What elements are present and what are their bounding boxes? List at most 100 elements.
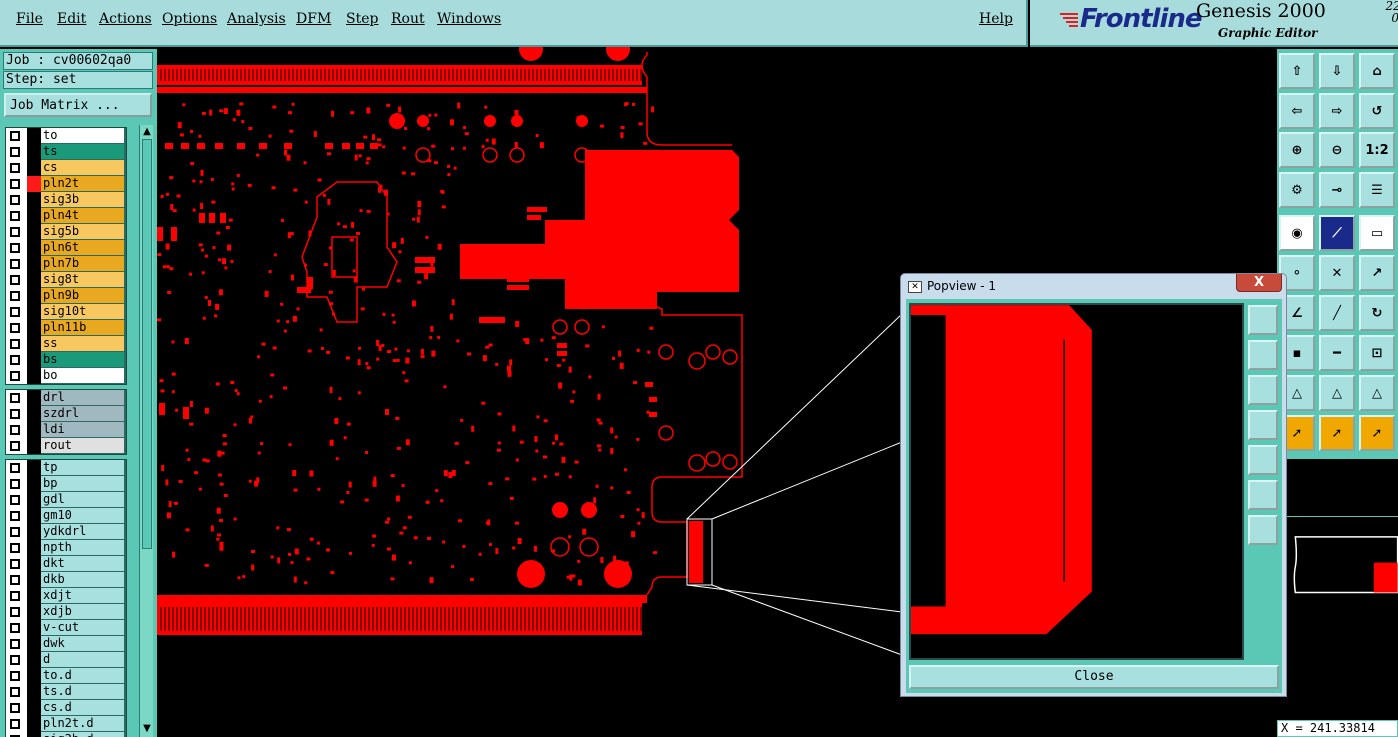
layer-checkbox[interactable] — [10, 323, 20, 333]
layer-checkbox[interactable] — [10, 687, 20, 697]
home-icon[interactable]: ⌂ — [1359, 53, 1395, 89]
ruler-icon[interactable]: ▭ — [1359, 215, 1395, 251]
layer-name[interactable]: dkb — [41, 572, 124, 587]
layer-row[interactable]: gm10 — [6, 508, 126, 524]
layer-color-swatch[interactable] — [27, 368, 41, 384]
popview-zoom-icon[interactable] — [1248, 305, 1278, 335]
layer-name[interactable]: ts — [41, 144, 124, 159]
layer-checkbox[interactable] — [10, 543, 20, 553]
layer-color-swatch[interactable] — [27, 288, 41, 304]
layer-color-swatch[interactable] — [27, 460, 41, 476]
layer-checkbox-area[interactable] — [6, 352, 27, 368]
layer-color-swatch[interactable] — [27, 572, 41, 588]
layer-row[interactable]: pln4t — [6, 208, 126, 224]
layer-color-swatch[interactable] — [27, 144, 41, 160]
layer-checkbox-area[interactable] — [6, 208, 27, 224]
layer-color-swatch[interactable] — [27, 588, 41, 604]
layer-name[interactable]: ts.d — [41, 684, 124, 699]
layer-color-swatch[interactable] — [27, 492, 41, 508]
layer-row[interactable]: sig8t — [6, 272, 126, 288]
menu-step[interactable]: Step — [346, 11, 378, 27]
layer-checkbox-area[interactable] — [6, 160, 27, 176]
layer-name[interactable]: sig5b — [41, 224, 124, 239]
layer-name[interactable]: cs.d — [41, 700, 124, 715]
layer-checkbox-area[interactable] — [6, 390, 27, 406]
layer-name[interactable]: ydkdrl — [41, 524, 124, 539]
layer-checkbox[interactable] — [10, 339, 20, 349]
pointer-circle-icon[interactable]: ➚ — [1359, 415, 1395, 451]
layer-checkbox-area[interactable] — [6, 406, 27, 422]
layer-checkbox[interactable] — [10, 179, 20, 189]
layer-checkbox-area[interactable] — [6, 732, 27, 737]
layer-checkbox[interactable] — [10, 227, 20, 237]
layer-checkbox-area[interactable] — [6, 304, 27, 320]
menu-options[interactable]: Options — [162, 11, 217, 27]
layer-row[interactable]: rout — [6, 438, 126, 454]
layer-name[interactable]: sig8t — [41, 272, 124, 287]
layer-color-swatch[interactable] — [27, 668, 41, 684]
layer-row[interactable]: cs.d — [6, 700, 126, 716]
layer-row[interactable]: pln7b — [6, 256, 126, 272]
layer-name[interactable]: pln2t — [41, 176, 124, 191]
layer-checkbox[interactable] — [10, 639, 20, 649]
layer-checkbox[interactable] — [10, 371, 20, 381]
popview-close-button[interactable]: Close — [909, 665, 1279, 689]
layer-color-swatch[interactable] — [27, 652, 41, 668]
layer-color-swatch[interactable] — [27, 700, 41, 716]
layer-color-swatch[interactable] — [27, 192, 41, 208]
layer-color-swatch[interactable] — [27, 422, 41, 438]
layer-checkbox-area[interactable] — [6, 336, 27, 352]
layer-checkbox-area[interactable] — [6, 476, 27, 492]
draw-line-icon[interactable]: ╱ — [1319, 295, 1355, 331]
layer-color-swatch[interactable] — [27, 390, 41, 406]
layer-color-swatch[interactable] — [27, 540, 41, 556]
layer-name[interactable]: pln4t — [41, 208, 124, 223]
menu-actions[interactable]: Actions — [99, 11, 152, 27]
layer-checkbox-area[interactable] — [6, 588, 27, 604]
layer-name[interactable]: sig3b — [41, 192, 124, 207]
layer-row[interactable]: to.d — [6, 668, 126, 684]
layer-row[interactable]: v-cut — [6, 620, 126, 636]
layer-checkbox-area[interactable] — [6, 422, 27, 438]
layer-color-swatch[interactable] — [27, 438, 41, 454]
layer-name[interactable]: to — [41, 128, 124, 143]
layer-checkbox[interactable] — [10, 307, 20, 317]
layer-checkbox[interactable] — [10, 211, 20, 221]
popview-zoom-in-icon[interactable] — [1248, 480, 1278, 510]
split-line-icon[interactable]: ━ — [1319, 335, 1355, 371]
overview-map[interactable] — [1287, 516, 1398, 660]
layer-name[interactable]: tp — [41, 460, 124, 475]
layer-color-swatch[interactable] — [27, 336, 41, 352]
layer-checkbox[interactable] — [10, 409, 20, 419]
layer-row[interactable]: ss — [6, 336, 126, 352]
layer-checkbox-area[interactable] — [6, 572, 27, 588]
layer-row[interactable]: d — [6, 652, 126, 668]
layer-checkbox-area[interactable] — [6, 176, 27, 192]
layer-row[interactable]: sig5b — [6, 224, 126, 240]
layer-row[interactable]: tp — [6, 460, 126, 476]
tools-icon[interactable]: ⚙ — [1279, 172, 1315, 208]
layer-color-swatch[interactable] — [27, 524, 41, 540]
layer-checkbox[interactable] — [10, 291, 20, 301]
layer-checkbox[interactable] — [10, 607, 20, 617]
layer-color-swatch[interactable] — [27, 256, 41, 272]
layer-checkbox[interactable] — [10, 195, 20, 205]
layer-row[interactable]: ldi — [6, 422, 126, 438]
job-matrix-button[interactable]: Job Matrix ... — [4, 93, 152, 117]
layer-checkbox-area[interactable] — [6, 508, 27, 524]
layer-name[interactable]: bs — [41, 352, 124, 367]
select-feature-icon[interactable]: ◉ — [1279, 215, 1315, 251]
layer-name[interactable]: rout — [41, 438, 124, 453]
layer-row[interactable]: drl — [6, 390, 126, 406]
popview-right-icon[interactable] — [1248, 445, 1278, 475]
layer-row[interactable]: dwk — [6, 636, 126, 652]
layer-color-swatch[interactable] — [27, 716, 41, 732]
layer-row[interactable]: to — [6, 128, 126, 144]
layer-row[interactable]: pln9b — [6, 288, 126, 304]
layer-row[interactable]: npth — [6, 540, 126, 556]
popview-canvas[interactable] — [909, 303, 1244, 660]
layer-checkbox-area[interactable] — [6, 716, 27, 732]
layer-name[interactable]: v-cut — [41, 620, 124, 635]
dimension-icon[interactable]: ⊡ — [1359, 335, 1395, 371]
layer-color-swatch[interactable] — [27, 208, 41, 224]
